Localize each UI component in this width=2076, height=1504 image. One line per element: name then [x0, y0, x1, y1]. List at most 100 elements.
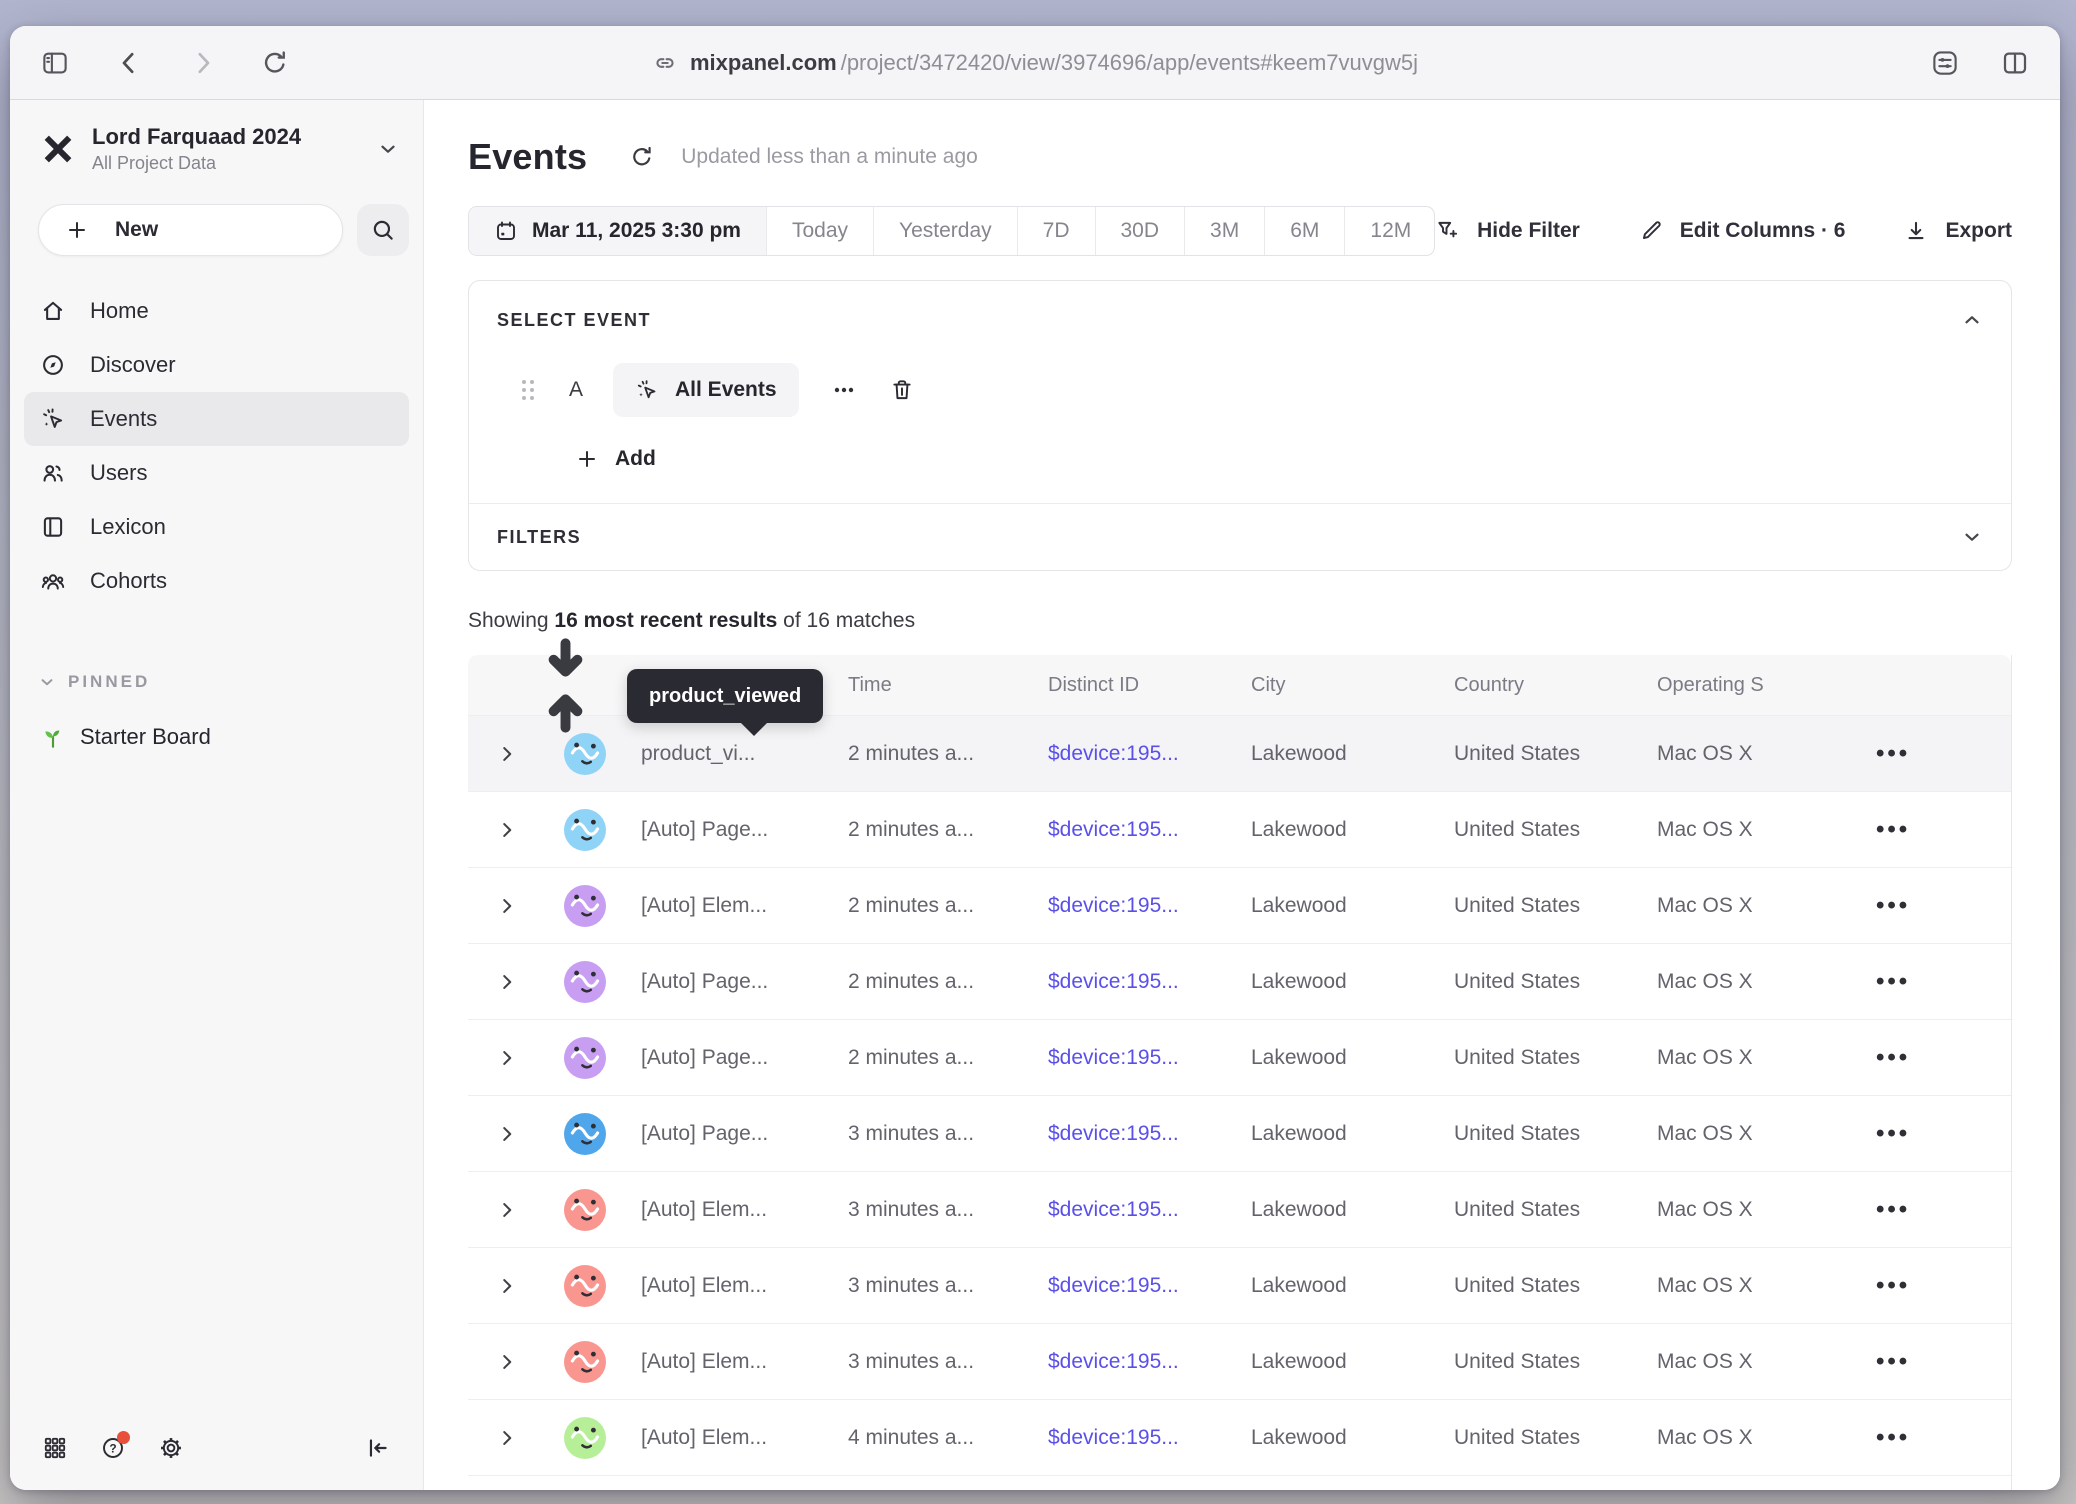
trash-icon[interactable]: [889, 377, 915, 403]
sidebar-item-lexicon[interactable]: Lexicon: [24, 500, 409, 554]
table-row[interactable]: product_vi... 2 minutes a... $device:195…: [468, 715, 2011, 791]
date-range-option[interactable]: Yesterday: [873, 207, 1017, 255]
table-row[interactable]: [Auto] Page... 2 minutes a... $device:19…: [468, 1019, 2011, 1095]
new-button[interactable]: New: [38, 204, 343, 256]
gear-icon[interactable]: [158, 1435, 184, 1461]
distinct-id-link[interactable]: $device:195...: [1048, 1122, 1179, 1145]
column-header-distinct-id[interactable]: Distinct ID: [1030, 674, 1233, 697]
distinct-id-link[interactable]: $device:195...: [1048, 1426, 1179, 1449]
expand-row-icon[interactable]: [496, 895, 518, 917]
date-range-option[interactable]: 30D: [1095, 207, 1185, 255]
row-menu-icon[interactable]: •••: [1876, 1044, 1910, 1071]
row-menu-icon[interactable]: •••: [1876, 1348, 1910, 1375]
date-range-option[interactable]: 3M: [1184, 207, 1264, 255]
distinct-id-link[interactable]: $device:195...: [1048, 970, 1179, 993]
add-event-button[interactable]: Add: [575, 447, 656, 471]
new-button-label: New: [115, 218, 158, 242]
collapse-sidebar-icon[interactable]: [365, 1435, 391, 1461]
sidebar-item-starter-board[interactable]: Starter Board: [10, 724, 423, 750]
distinct-id-link[interactable]: $device:195...: [1048, 742, 1179, 765]
expand-row-icon[interactable]: [496, 1275, 518, 1297]
expand-row-icon[interactable]: [496, 1123, 518, 1145]
sidebar-toggle-icon[interactable]: [40, 48, 70, 78]
cell-city: Lakewood: [1233, 1350, 1436, 1374]
split-view-icon[interactable]: [2000, 48, 2030, 78]
drag-handle-icon[interactable]: [517, 375, 539, 405]
expand-row-icon[interactable]: [496, 1351, 518, 1373]
export-button[interactable]: Export: [1903, 218, 2012, 244]
apps-grid-icon[interactable]: [42, 1435, 68, 1461]
sidebar-item-events[interactable]: Events: [24, 392, 409, 446]
notification-dot: [117, 1431, 130, 1444]
help-icon[interactable]: ?: [100, 1435, 126, 1461]
column-header-os[interactable]: Operating S: [1639, 674, 1842, 697]
refresh-icon[interactable]: [629, 144, 655, 170]
column-header-time[interactable]: Time: [830, 674, 1030, 697]
table-row[interactable]: [Auto] Elem... 3 minutes a... $device:19…: [468, 1323, 2011, 1399]
distinct-id-link[interactable]: $device:195...: [1048, 894, 1179, 917]
row-menu-icon[interactable]: •••: [1876, 968, 1910, 995]
cell-time: 2 minutes a...: [830, 1046, 1030, 1070]
more-options-icon[interactable]: [829, 375, 859, 405]
cell-country: United States: [1436, 818, 1639, 842]
table-row[interactable]: [Auto] Page... 2 minutes a... $device:19…: [468, 791, 2011, 867]
date-range-selected[interactable]: Mar 11, 2025 3:30 pm: [469, 207, 766, 255]
column-header-country[interactable]: Country: [1436, 674, 1639, 697]
cell-country: United States: [1436, 742, 1639, 766]
pinned-section-header[interactable]: PINNED: [38, 672, 423, 692]
distinct-id-link[interactable]: $device:195...: [1048, 1274, 1179, 1297]
forward-icon[interactable]: [188, 48, 218, 78]
row-menu-icon[interactable]: •••: [1876, 1424, 1910, 1451]
column-header-city[interactable]: City: [1233, 674, 1436, 697]
sidebar-item-cohorts[interactable]: Cohorts: [24, 554, 409, 608]
collapse-rows-icon[interactable]: [506, 626, 625, 745]
table-row[interactable]: [Auto] Elem... 2 minutes a... $device:19…: [468, 867, 2011, 943]
date-range-option[interactable]: 7D: [1017, 207, 1095, 255]
page-settings-icon[interactable]: [1930, 48, 1960, 78]
mixpanel-logo-icon: [40, 131, 76, 167]
row-menu-icon[interactable]: •••: [1876, 740, 1910, 767]
sidebar-item-users[interactable]: Users: [24, 446, 409, 500]
search-button[interactable]: [357, 204, 409, 256]
distinct-id-link[interactable]: $device:195...: [1048, 1198, 1179, 1221]
distinct-id-link[interactable]: $device:195...: [1048, 818, 1179, 841]
chevron-up-icon[interactable]: [1961, 309, 1983, 331]
sidebar: Lord Farquaad 2024 All Project Data New: [10, 100, 424, 1490]
cell-event-name: product_vi...: [625, 742, 830, 766]
expand-row-icon[interactable]: [496, 819, 518, 841]
table-row[interactable]: [Auto] Elem... 4 minutes a... $device:19…: [468, 1475, 2011, 1490]
expand-row-icon[interactable]: [496, 971, 518, 993]
distinct-id-link[interactable]: $device:195...: [1048, 1046, 1179, 1069]
expand-row-icon[interactable]: [496, 1427, 518, 1449]
row-menu-icon[interactable]: •••: [1876, 1120, 1910, 1147]
sidebar-item-discover[interactable]: Discover: [24, 338, 409, 392]
address-bar[interactable]: mixpanel.com /project/3472420/view/39746…: [652, 26, 1418, 99]
expand-row-icon[interactable]: [496, 1199, 518, 1221]
table-row[interactable]: [Auto] Page... 2 minutes a... $device:19…: [468, 943, 2011, 1019]
chevron-down-icon[interactable]: [1961, 526, 1983, 548]
edit-columns-button[interactable]: Edit Columns · 6: [1638, 218, 1846, 244]
hide-filter-button[interactable]: Hide Filter: [1435, 218, 1580, 244]
expand-row-icon[interactable]: [496, 1047, 518, 1069]
table-row[interactable]: [Auto] Elem... 3 minutes a... $device:19…: [468, 1247, 2011, 1323]
project-switcher[interactable]: Lord Farquaad 2024 All Project Data: [40, 124, 399, 174]
date-range-option[interactable]: 6M: [1264, 207, 1344, 255]
reload-icon[interactable]: [260, 48, 290, 78]
back-icon[interactable]: [114, 48, 144, 78]
table-row[interactable]: [Auto] Elem... 4 minutes a... $device:19…: [468, 1399, 2011, 1475]
event-selector-chip[interactable]: All Events: [613, 363, 799, 417]
row-menu-icon[interactable]: •••: [1876, 892, 1910, 919]
date-range-option[interactable]: Today: [766, 207, 873, 255]
date-range-option[interactable]: 12M: [1344, 207, 1435, 255]
distinct-id-link[interactable]: $device:195...: [1048, 1350, 1179, 1373]
table-row[interactable]: [Auto] Elem... 3 minutes a... $device:19…: [468, 1171, 2011, 1247]
cell-country: United States: [1436, 1426, 1639, 1450]
row-menu-icon[interactable]: •••: [1876, 1196, 1910, 1223]
cell-event-name: [Auto] Page...: [625, 1122, 830, 1146]
table-row[interactable]: [Auto] Page... 3 minutes a... $device:19…: [468, 1095, 2011, 1171]
row-menu-icon[interactable]: •••: [1876, 816, 1910, 843]
sidebar-item-home[interactable]: Home: [24, 284, 409, 338]
row-menu-icon[interactable]: •••: [1876, 1272, 1910, 1299]
browser-toolbar: mixpanel.com /project/3472420/view/39746…: [10, 26, 2060, 100]
expand-row-icon[interactable]: [496, 743, 518, 765]
